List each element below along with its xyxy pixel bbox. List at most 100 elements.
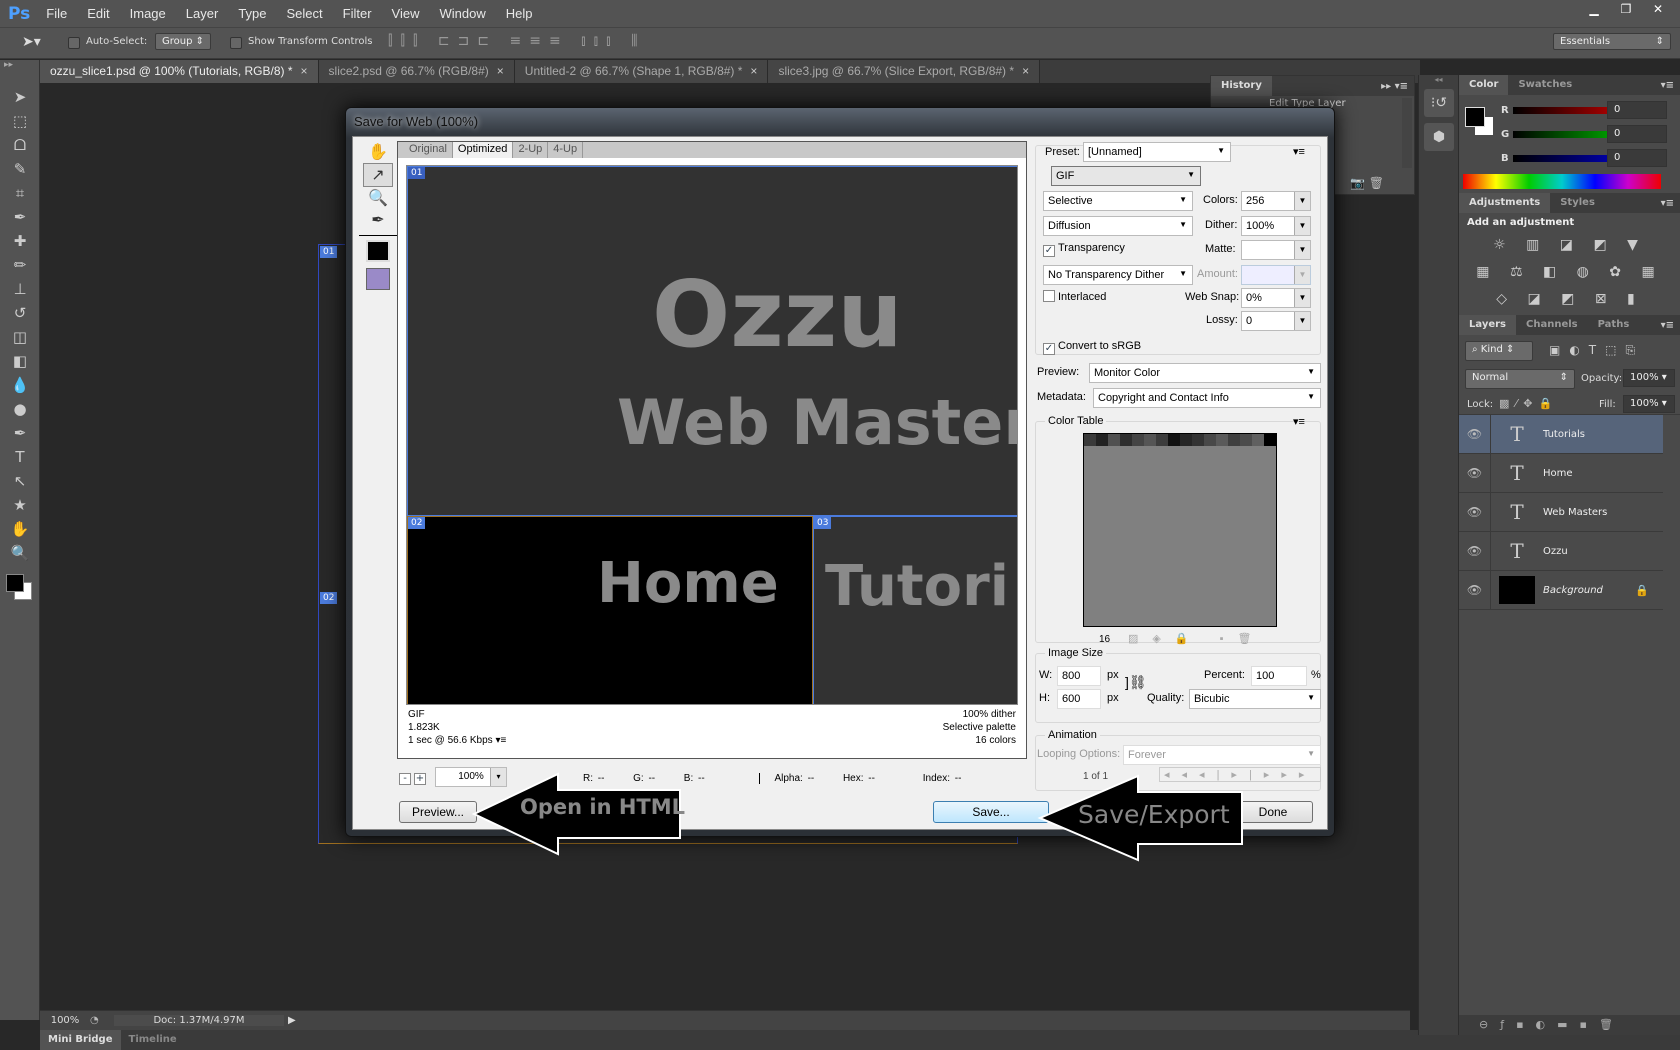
color-table[interactable] [1083,433,1277,627]
tab-styles[interactable]: Styles [1550,193,1605,213]
tab-channels[interactable]: Channels [1516,315,1588,335]
menu-window[interactable]: Window [439,6,485,21]
preview-color-dropdown[interactable]: Monitor Color ▼ [1089,363,1321,383]
tab-color[interactable]: Color [1459,75,1509,95]
menu-select[interactable]: Select [287,6,323,21]
menu-type[interactable]: Type [238,6,266,21]
slice-select-tool-icon[interactable]: ↗ [363,163,393,187]
color-swatch[interactable] [1084,434,1096,446]
restore-button[interactable]: ❐ [1612,2,1640,18]
fg-color[interactable] [1465,107,1485,127]
layer-panel-buttons[interactable]: ⊖ƒ▪◐▬▪🗑 [1459,1015,1680,1035]
healing-tool-icon[interactable]: ✚ [7,230,33,252]
opacity-field[interactable]: 100% ▾ [1623,369,1675,387]
tab-optimized[interactable]: Optimized [452,142,514,158]
collapse-icon[interactable]: ▸▸ [0,60,39,84]
crop-tool-icon[interactable]: ⌗ [7,182,33,204]
tab-4-up[interactable]: 4-Up [548,142,584,158]
status-icon[interactable]: ◔ [90,1015,114,1026]
save-button[interactable]: Save... [933,801,1049,823]
zoom-in-button[interactable]: + [414,773,426,785]
color-swatches[interactable] [0,570,39,610]
quality-dropdown[interactable]: Bicubic ▼ [1189,689,1321,709]
format-dropdown[interactable]: GIF ▼ [1051,166,1201,186]
colors-field[interactable]: 256 ▼ [1241,191,1311,211]
hand-tool-icon[interactable]: ✋ [7,518,33,540]
matte-dropdown[interactable]: ▼ [1241,240,1311,260]
hand-tool-icon[interactable]: ✋ [363,141,393,163]
brush-tool-icon[interactable]: ✏ [7,254,33,276]
transparency-dither-dropdown[interactable]: No Transparency Dither ▼ [1043,265,1193,285]
settings-menu-icon[interactable]: ▾≡ [1293,145,1305,158]
color-swatch[interactable] [1240,434,1252,446]
lossy-field[interactable]: 0 ▼ [1241,311,1311,331]
dodge-tool-icon[interactable]: ● [7,398,33,420]
tab-original[interactable]: Original [404,142,453,158]
stamp-tool-icon[interactable]: ⊥ [7,278,33,300]
metadata-dropdown[interactable]: Copyright and Contact Info ▼ [1093,388,1321,408]
tab-swatches[interactable]: Swatches [1508,75,1582,95]
amount-field[interactable]: ▼ [1241,265,1311,285]
history-scrollbar[interactable] [1402,98,1412,168]
height-field[interactable]: 600 [1057,689,1101,709]
layer-row[interactable]: 👁 T Web Masters [1459,493,1663,532]
menu-view[interactable]: View [392,6,420,21]
pen-tool-icon[interactable]: ✒ [7,422,33,444]
menu-image[interactable]: Image [130,6,166,21]
menu-layer[interactable]: Layer [186,6,219,21]
color-swatch[interactable] [1132,434,1144,446]
foreground-color-swatch[interactable] [6,574,24,592]
layer-row[interactable]: 👁 T Tutorials [1459,415,1663,454]
color-swatch[interactable] [1216,434,1228,446]
move-tool-icon[interactable]: ➤ [7,86,33,108]
tab-mini-bridge[interactable]: Mini Bridge [40,1030,121,1050]
looping-dropdown[interactable]: Forever ▼ [1123,745,1321,765]
eraser-tool-icon[interactable]: ◫ [7,326,33,348]
document-tab[interactable]: slice2.psd @ 66.7% (RGB/8#) × [318,60,515,83]
color-table-menu-icon[interactable]: ▾≡ [1293,415,1305,428]
tab-2-up[interactable]: 2-Up [513,142,549,158]
auto-select-checkbox[interactable] [68,36,80,49]
layer-filter-icons[interactable]: ▣◐T⬚⎘ [1549,343,1644,358]
zoom-tool-icon[interactable]: 🔍 [7,542,33,564]
history-panel-buttons[interactable]: 📷 🗑 [1350,176,1384,190]
lock-icons[interactable]: ▩⁄✥🔒 [1499,397,1558,410]
zoom-out-button[interactable]: - [399,773,411,785]
close-tab-icon[interactable]: × [750,64,757,78]
visibility-eye-icon[interactable]: 👁 [1459,454,1491,492]
color-swatch[interactable] [1180,434,1192,446]
color-swatch[interactable] [1120,434,1132,446]
color-swatch[interactable] [1264,434,1276,446]
tab-history[interactable]: History [1211,76,1272,96]
menu-help[interactable]: Help [506,6,533,21]
b-value[interactable]: 0 [1607,149,1667,167]
visibility-eye-icon[interactable]: 👁 [1459,571,1491,609]
visibility-eye-icon[interactable]: 👁 [1459,493,1491,531]
zoom-tool-icon[interactable]: 🔍 [363,187,393,209]
width-field[interactable]: 800 [1057,666,1101,686]
dither-field[interactable]: 100% ▼ [1241,216,1311,236]
adjustment-icons[interactable]: ☼ ▥ ◪ ◩ ▼ ▦ ⚖ ◧ ◍ ✿ ▦ ◇ ◪ ◩ ⊠ ▮ [1459,232,1680,313]
g-value[interactable]: 0 [1607,125,1667,143]
preset-dropdown[interactable]: [Unnamed] ▼ [1083,142,1231,162]
color-swatch[interactable] [1252,434,1264,446]
transparency-checkbox[interactable]: ✓ Transparency [1043,242,1125,257]
history-brush-tool-icon[interactable]: ↺ [7,302,33,324]
visibility-eye-icon[interactable]: 👁 [1459,532,1491,570]
tab-timeline[interactable]: Timeline [121,1030,185,1050]
color-swatch[interactable] [1168,434,1180,446]
websnap-field[interactable]: 0% ▼ [1241,288,1311,308]
close-tab-icon[interactable]: × [1022,64,1029,78]
eyedropper-tool-icon[interactable]: ✒ [363,209,393,231]
reduction-dropdown[interactable]: Selective ▼ [1043,191,1193,211]
blur-tool-icon[interactable]: 💧 [7,374,33,396]
align-icons[interactable]: ⫿⫿⫿ ⊏⊐⊏ ≡≡≡ ⫾⫾⫾ ⫼ [388,33,646,49]
panel-menu-icon[interactable]: ▾≡ [1661,80,1674,91]
eyedropper-color-swatch[interactable] [366,240,390,262]
path-select-tool-icon[interactable]: ↖ [7,470,33,492]
optimized-preview[interactable]: 01 Ozzu Web Masters 02 Home 03 Tutori [406,165,1018,705]
info-menu-icon[interactable]: ▾≡ [495,735,506,746]
close-window-button[interactable]: ✕ [1644,2,1672,18]
menu-edit[interactable]: Edit [87,6,109,21]
color-swatch[interactable] [1144,434,1156,446]
